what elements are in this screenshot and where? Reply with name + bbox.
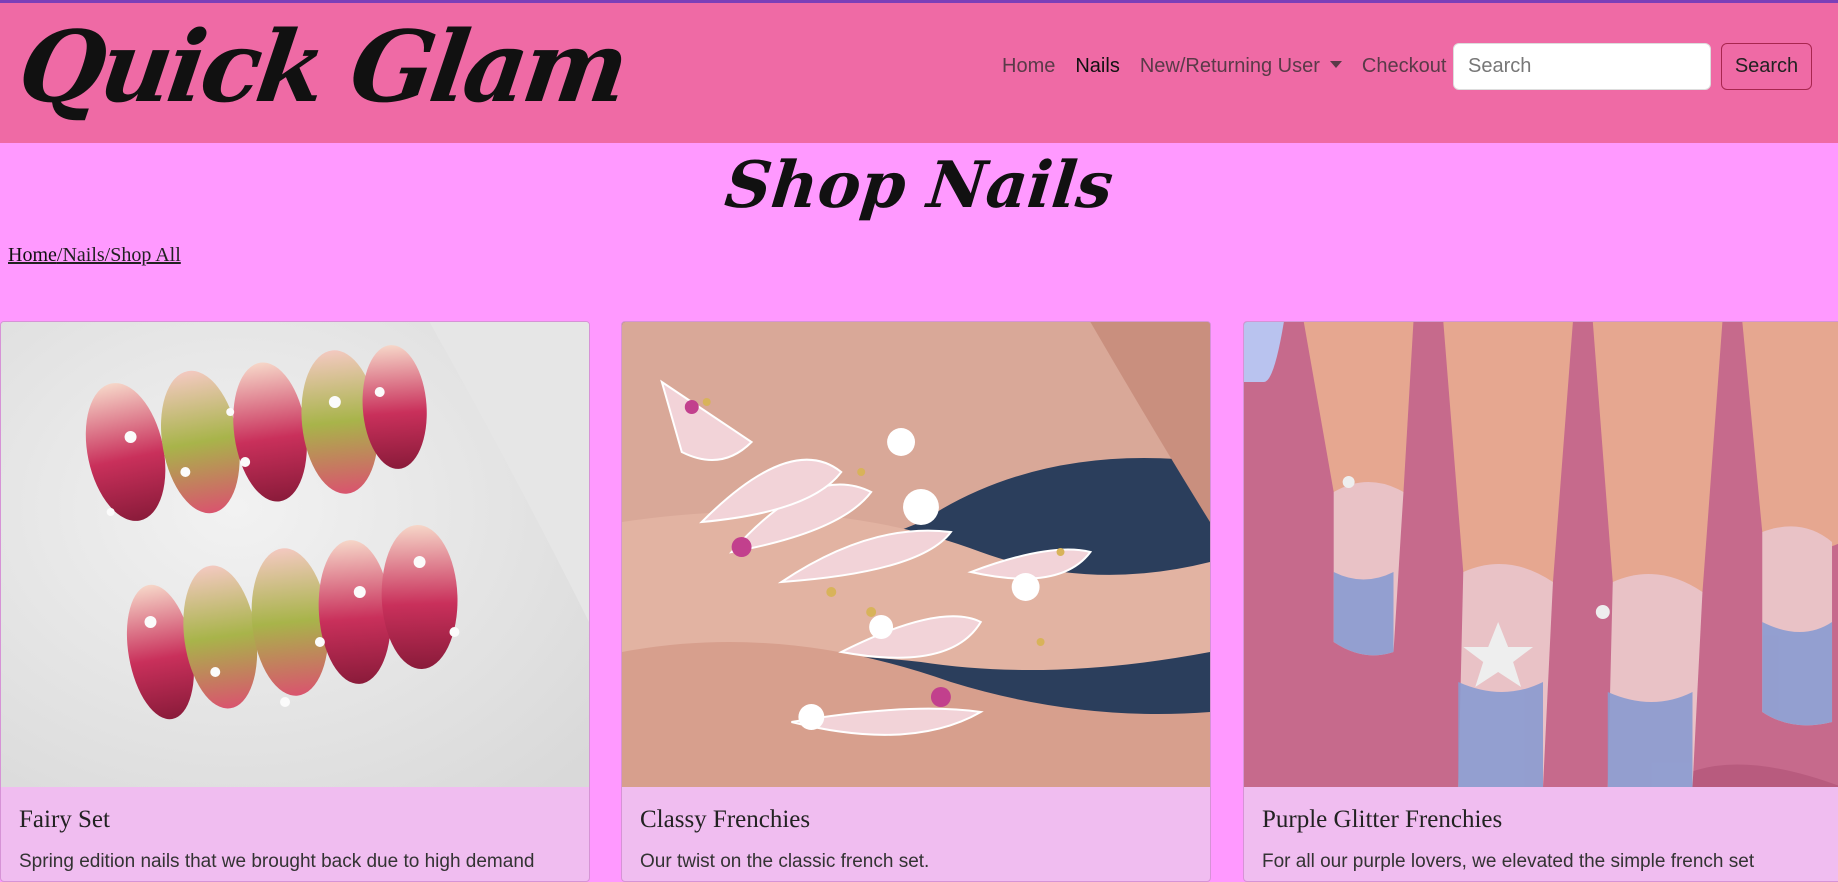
product-title[interactable]: Classy Frenchies	[640, 806, 810, 834]
product-image-purple-glitter-frenchies[interactable]	[1244, 322, 1838, 787]
page-title: Shop Nails	[721, 148, 1117, 223]
product-title[interactable]: Purple Glitter Frenchies	[1262, 806, 1502, 834]
product-card-fairy-set[interactable]: Fairy Set Spring edition nails that we b…	[0, 321, 590, 882]
product-description: Our twist on the classic french set.	[640, 851, 930, 872]
nav-links: Home Nails New/Returning User Checkout	[1002, 48, 1466, 84]
nav-checkout-link[interactable]: Checkout	[1362, 55, 1447, 78]
nav-user-dropdown[interactable]: New/Returning User	[1140, 55, 1342, 78]
navbar: Quick Glam Home Nails New/Returning User…	[0, 3, 1838, 143]
nav-nails-link[interactable]: Nails	[1075, 55, 1119, 78]
brand-logo[interactable]: Quick Glam	[11, 3, 632, 133]
product-title[interactable]: Fairy Set	[19, 806, 110, 834]
product-grid: Fairy Set Spring edition nails that we b…	[0, 321, 1838, 882]
nav-user-dropdown-label: New/Returning User	[1139, 54, 1320, 77]
product-image-classy-frenchies[interactable]	[622, 322, 1210, 787]
nav-home-link[interactable]: Home	[1002, 55, 1055, 78]
product-card-purple-glitter-frenchies[interactable]: Purple Glitter Frenchies For all our pur…	[1243, 321, 1838, 882]
product-card-classy-frenchies[interactable]: Classy Frenchies Our twist on the classi…	[621, 321, 1211, 882]
product-image-fairy-set[interactable]	[1, 322, 589, 787]
product-description: For all our purple lovers, we elevated t…	[1262, 851, 1755, 872]
breadcrumb-home-link[interactable]: Home	[8, 244, 57, 266]
product-description: Spring edition nails that we brought bac…	[19, 851, 535, 872]
chevron-down-icon	[1329, 60, 1342, 68]
search-input[interactable]	[1453, 43, 1711, 90]
breadcrumb: Home/Nails/Shop All	[8, 244, 181, 267]
search-button[interactable]: Search	[1721, 43, 1812, 90]
breadcrumb-trail[interactable]: /Nails/Shop All	[57, 244, 181, 266]
